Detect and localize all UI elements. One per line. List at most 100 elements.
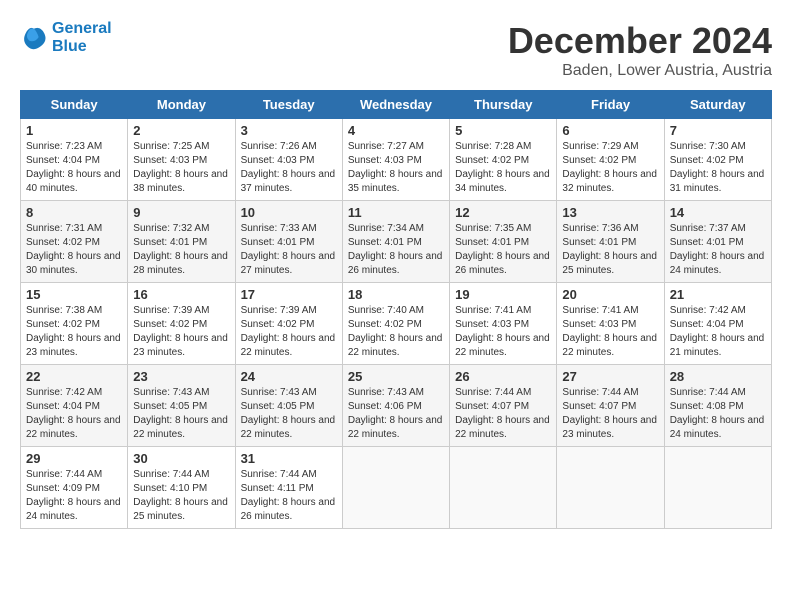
logo: General Blue bbox=[20, 20, 112, 56]
day-detail: Sunrise: 7:39 AMSunset: 4:02 PMDaylight:… bbox=[241, 305, 336, 358]
day-number: 21 bbox=[670, 287, 766, 302]
calendar-cell: 21 Sunrise: 7:42 AMSunset: 4:04 PMDayligh… bbox=[664, 283, 771, 365]
day-detail: Sunrise: 7:42 AMSunset: 4:04 PMDaylight:… bbox=[670, 305, 765, 358]
day-detail: Sunrise: 7:37 AMSunset: 4:01 PMDaylight:… bbox=[670, 223, 765, 276]
day-number: 6 bbox=[562, 123, 658, 138]
weekday-header-monday: Monday bbox=[128, 91, 235, 119]
calendar-cell: 19Sunrise: 7:41 AMSunset: 4:03 PMDayligh… bbox=[450, 283, 557, 365]
calendar-cell: 13Sunrise: 7:36 AMSunset: 4:01 PMDayligh… bbox=[557, 201, 664, 283]
day-detail: Sunrise: 7:26 AMSunset: 4:03 PMDaylight:… bbox=[241, 141, 336, 194]
day-detail: Sunrise: 7:34 AMSunset: 4:01 PMDaylight:… bbox=[348, 223, 443, 276]
weekday-header-friday: Friday bbox=[557, 91, 664, 119]
calendar-cell bbox=[557, 447, 664, 529]
calendar-cell: 22 Sunrise: 7:42 AMSunset: 4:04 PMDayligh… bbox=[21, 365, 128, 447]
day-number: 22 bbox=[26, 369, 122, 384]
weekday-header-row: SundayMondayTuesdayWednesdayThursdayFrid… bbox=[21, 91, 772, 119]
day-number: 20 bbox=[562, 287, 658, 302]
logo-icon bbox=[20, 24, 48, 52]
day-number: 16 bbox=[133, 287, 229, 302]
day-number: 10 bbox=[241, 205, 337, 220]
day-number: 7 bbox=[670, 123, 766, 138]
calendar-cell: 23 Sunrise: 7:43 AMSunset: 4:05 PMDayligh… bbox=[128, 365, 235, 447]
calendar-cell: 17 Sunrise: 7:39 AMSunset: 4:02 PMDayligh… bbox=[235, 283, 342, 365]
calendar-cell: 24Sunrise: 7:43 AMSunset: 4:05 PMDayligh… bbox=[235, 365, 342, 447]
day-detail: Sunrise: 7:43 AMSunset: 4:06 PMDaylight:… bbox=[348, 387, 443, 440]
calendar-cell: 30Sunrise: 7:44 AMSunset: 4:10 PMDayligh… bbox=[128, 447, 235, 529]
calendar-table: SundayMondayTuesdayWednesdayThursdayFrid… bbox=[20, 90, 772, 529]
day-number: 2 bbox=[133, 123, 229, 138]
day-detail: Sunrise: 7:29 AMSunset: 4:02 PMDaylight:… bbox=[562, 141, 657, 194]
day-detail: Sunrise: 7:36 AMSunset: 4:01 PMDaylight:… bbox=[562, 223, 657, 276]
day-detail: Sunrise: 7:42 AMSunset: 4:04 PMDaylight:… bbox=[26, 387, 121, 440]
day-number: 26 bbox=[455, 369, 551, 384]
logo-text: General Blue bbox=[52, 20, 112, 56]
day-detail: Sunrise: 7:33 AMSunset: 4:01 PMDaylight:… bbox=[241, 223, 336, 276]
day-number: 18 bbox=[348, 287, 444, 302]
calendar-cell: 20 Sunrise: 7:41 AMSunset: 4:03 PMDayligh… bbox=[557, 283, 664, 365]
day-detail: Sunrise: 7:23 AMSunset: 4:04 PMDaylight:… bbox=[26, 141, 121, 194]
day-number: 25 bbox=[348, 369, 444, 384]
calendar-cell: 7 Sunrise: 7:30 AMSunset: 4:02 PMDaylight… bbox=[664, 119, 771, 201]
calendar-week-row: 22 Sunrise: 7:42 AMSunset: 4:04 PMDayligh… bbox=[21, 365, 772, 447]
day-number: 5 bbox=[455, 123, 551, 138]
calendar-week-row: 15 Sunrise: 7:38 AMSunset: 4:02 PMDayligh… bbox=[21, 283, 772, 365]
calendar-cell: 14 Sunrise: 7:37 AMSunset: 4:01 PMDayligh… bbox=[664, 201, 771, 283]
day-detail: Sunrise: 7:25 AMSunset: 4:03 PMDaylight:… bbox=[133, 141, 228, 194]
weekday-header-tuesday: Tuesday bbox=[235, 91, 342, 119]
calendar-cell bbox=[450, 447, 557, 529]
day-detail: Sunrise: 7:44 AMSunset: 4:11 PMDaylight:… bbox=[241, 469, 336, 522]
day-number: 17 bbox=[241, 287, 337, 302]
calendar-cell: 11 Sunrise: 7:34 AMSunset: 4:01 PMDayligh… bbox=[342, 201, 449, 283]
day-detail: Sunrise: 7:38 AMSunset: 4:02 PMDaylight:… bbox=[26, 305, 121, 358]
day-detail: Sunrise: 7:44 AMSunset: 4:07 PMDaylight:… bbox=[562, 387, 657, 440]
calendar-cell: 5 Sunrise: 7:28 AMSunset: 4:02 PMDaylight… bbox=[450, 119, 557, 201]
calendar-cell: 31 Sunrise: 7:44 AMSunset: 4:11 PMDayligh… bbox=[235, 447, 342, 529]
calendar-cell: 3Sunrise: 7:26 AMSunset: 4:03 PMDaylight… bbox=[235, 119, 342, 201]
day-number: 15 bbox=[26, 287, 122, 302]
day-detail: Sunrise: 7:31 AMSunset: 4:02 PMDaylight:… bbox=[26, 223, 121, 276]
day-number: 30 bbox=[133, 451, 229, 466]
day-number: 31 bbox=[241, 451, 337, 466]
day-detail: Sunrise: 7:44 AMSunset: 4:08 PMDaylight:… bbox=[670, 387, 765, 440]
calendar-cell: 10 Sunrise: 7:33 AMSunset: 4:01 PMDayligh… bbox=[235, 201, 342, 283]
day-number: 8 bbox=[26, 205, 122, 220]
calendar-cell: 18 Sunrise: 7:40 AMSunset: 4:02 PMDayligh… bbox=[342, 283, 449, 365]
title-area: December 2024 Baden, Lower Austria, Aust… bbox=[508, 20, 772, 80]
day-number: 29 bbox=[26, 451, 122, 466]
day-number: 4 bbox=[348, 123, 444, 138]
day-detail: Sunrise: 7:35 AMSunset: 4:01 PMDaylight:… bbox=[455, 223, 550, 276]
day-number: 14 bbox=[670, 205, 766, 220]
calendar-cell: 6 Sunrise: 7:29 AMSunset: 4:02 PMDaylight… bbox=[557, 119, 664, 201]
day-number: 1 bbox=[26, 123, 122, 138]
day-detail: Sunrise: 7:41 AMSunset: 4:03 PMDaylight:… bbox=[562, 305, 657, 358]
calendar-cell: 27Sunrise: 7:44 AMSunset: 4:07 PMDayligh… bbox=[557, 365, 664, 447]
calendar-cell bbox=[342, 447, 449, 529]
calendar-cell: 15 Sunrise: 7:38 AMSunset: 4:02 PMDayligh… bbox=[21, 283, 128, 365]
calendar-week-row: 29Sunrise: 7:44 AMSunset: 4:09 PMDayligh… bbox=[21, 447, 772, 529]
day-detail: Sunrise: 7:43 AMSunset: 4:05 PMDaylight:… bbox=[133, 387, 228, 440]
day-number: 12 bbox=[455, 205, 551, 220]
calendar-cell: 26Sunrise: 7:44 AMSunset: 4:07 PMDayligh… bbox=[450, 365, 557, 447]
day-detail: Sunrise: 7:30 AMSunset: 4:02 PMDaylight:… bbox=[670, 141, 765, 194]
day-number: 11 bbox=[348, 205, 444, 220]
weekday-header-saturday: Saturday bbox=[664, 91, 771, 119]
weekday-header-thursday: Thursday bbox=[450, 91, 557, 119]
day-detail: Sunrise: 7:27 AMSunset: 4:03 PMDaylight:… bbox=[348, 141, 443, 194]
calendar-week-row: 1 Sunrise: 7:23 AMSunset: 4:04 PMDaylight… bbox=[21, 119, 772, 201]
day-number: 9 bbox=[133, 205, 229, 220]
month-title: December 2024 bbox=[508, 20, 772, 62]
day-detail: Sunrise: 7:39 AMSunset: 4:02 PMDaylight:… bbox=[133, 305, 228, 358]
calendar-cell: 1 Sunrise: 7:23 AMSunset: 4:04 PMDaylight… bbox=[21, 119, 128, 201]
day-detail: Sunrise: 7:40 AMSunset: 4:02 PMDaylight:… bbox=[348, 305, 443, 358]
day-number: 28 bbox=[670, 369, 766, 384]
calendar-cell: 25 Sunrise: 7:43 AMSunset: 4:06 PMDayligh… bbox=[342, 365, 449, 447]
day-detail: Sunrise: 7:28 AMSunset: 4:02 PMDaylight:… bbox=[455, 141, 550, 194]
calendar-cell: 9Sunrise: 7:32 AMSunset: 4:01 PMDaylight… bbox=[128, 201, 235, 283]
day-number: 24 bbox=[241, 369, 337, 384]
calendar-cell: 2 Sunrise: 7:25 AMSunset: 4:03 PMDaylight… bbox=[128, 119, 235, 201]
page-header: General Blue December 2024 Baden, Lower … bbox=[20, 20, 772, 80]
calendar-cell: 29Sunrise: 7:44 AMSunset: 4:09 PMDayligh… bbox=[21, 447, 128, 529]
calendar-cell: 28 Sunrise: 7:44 AMSunset: 4:08 PMDayligh… bbox=[664, 365, 771, 447]
day-number: 23 bbox=[133, 369, 229, 384]
calendar-cell: 12 Sunrise: 7:35 AMSunset: 4:01 PMDayligh… bbox=[450, 201, 557, 283]
